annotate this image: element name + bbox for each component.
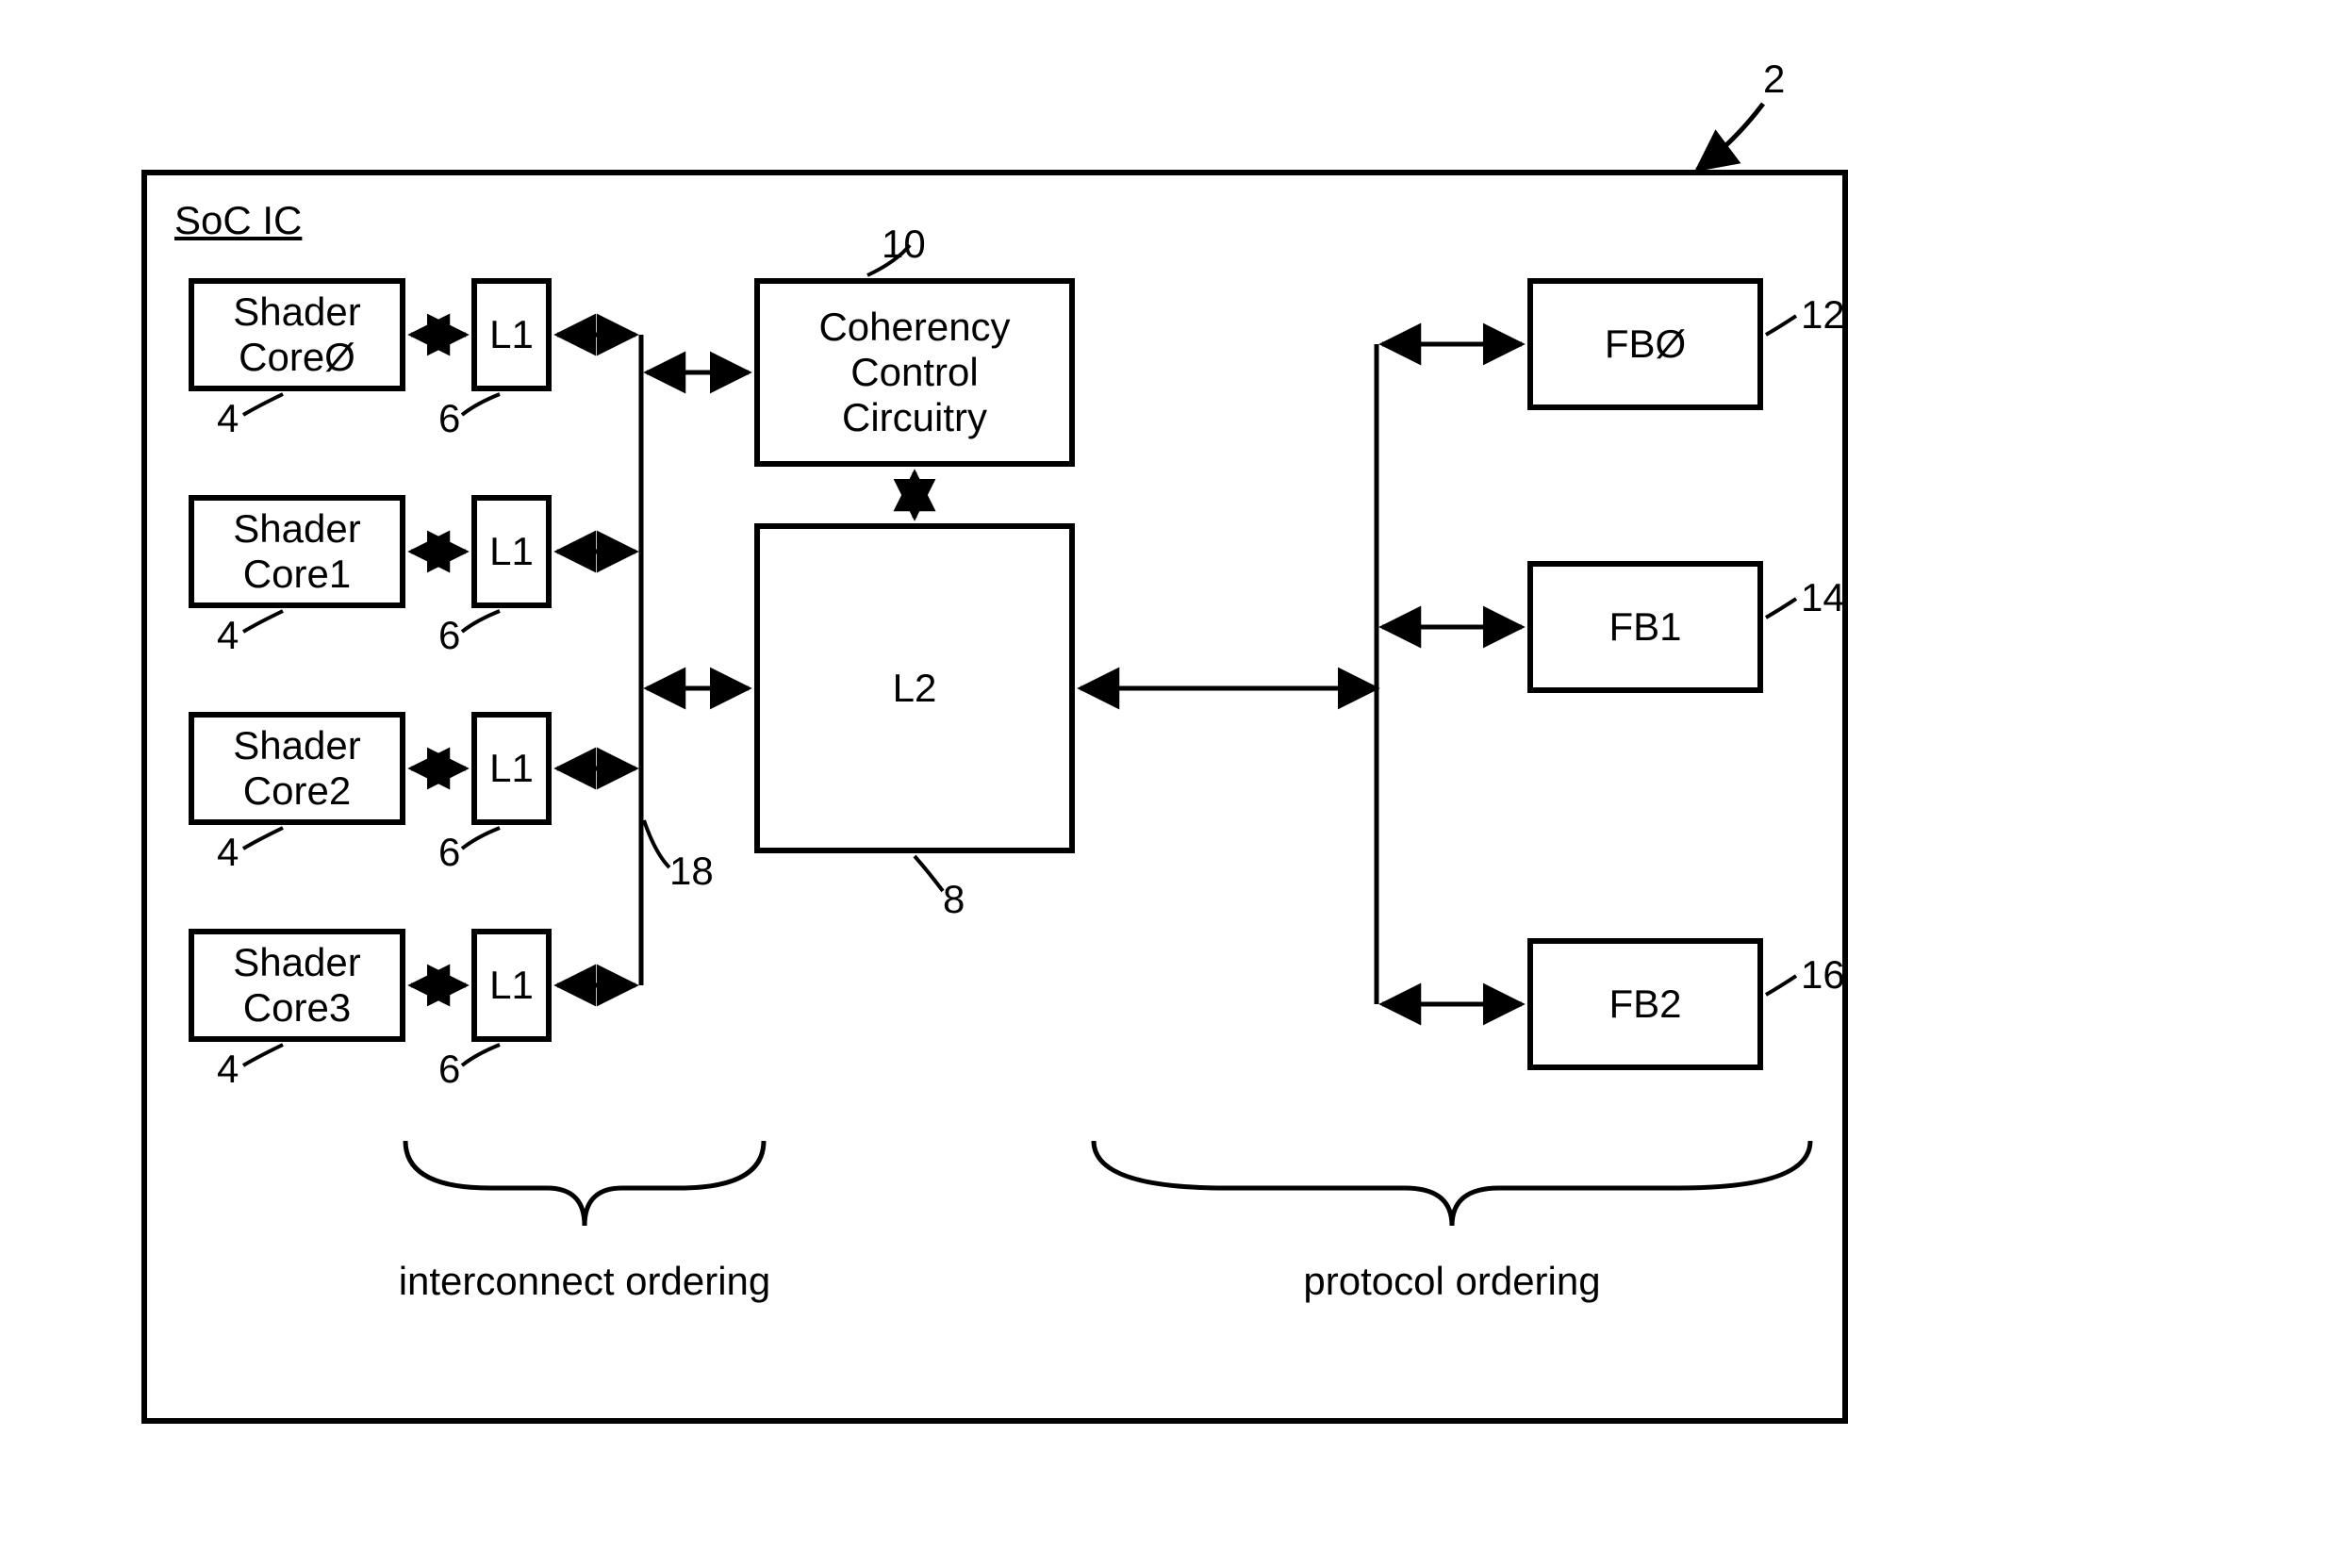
ref-2: 2 bbox=[1763, 57, 1785, 102]
interconnect-ordering-label: interconnect ordering bbox=[358, 1259, 811, 1304]
shader-core-0: Shader CoreØ bbox=[189, 278, 405, 391]
l1-cache-1: L1 bbox=[471, 495, 552, 608]
ref-10: 10 bbox=[882, 222, 926, 267]
ref-4-1: 4 bbox=[217, 613, 239, 658]
fb-0: FBØ bbox=[1527, 278, 1763, 410]
diagram-stage: SoC IC 2 Shader CoreØ 4 L1 6 Shader Core… bbox=[0, 0, 2326, 1568]
ref-18: 18 bbox=[669, 849, 714, 894]
l1-cache-2: L1 bbox=[471, 712, 552, 825]
l1-cache-3: L1 bbox=[471, 929, 552, 1042]
ref-6-0: 6 bbox=[438, 396, 460, 441]
shader-core-1: Shader Core1 bbox=[189, 495, 405, 608]
coherency-control-circuitry: Coherency Control Circuitry bbox=[754, 278, 1075, 467]
shader-core-2: Shader Core2 bbox=[189, 712, 405, 825]
soc-ic-title: SoC IC bbox=[174, 198, 302, 243]
fb-1: FB1 bbox=[1527, 561, 1763, 693]
ref-6-3: 6 bbox=[438, 1047, 460, 1092]
shader-core-3: Shader Core3 bbox=[189, 929, 405, 1042]
ref-6-2: 6 bbox=[438, 830, 460, 875]
ref-16: 16 bbox=[1801, 952, 1845, 998]
ref-4-2: 4 bbox=[217, 830, 239, 875]
ref-6-1: 6 bbox=[438, 613, 460, 658]
l2-cache: L2 bbox=[754, 523, 1075, 853]
l1-cache-0: L1 bbox=[471, 278, 552, 391]
ref-4-0: 4 bbox=[217, 396, 239, 441]
ref-4-3: 4 bbox=[217, 1047, 239, 1092]
ref-14: 14 bbox=[1801, 575, 1845, 620]
ref-8: 8 bbox=[943, 877, 965, 922]
protocol-ordering-label: protocol ordering bbox=[1226, 1259, 1678, 1304]
fb-2: FB2 bbox=[1527, 938, 1763, 1070]
ref-12: 12 bbox=[1801, 292, 1845, 338]
